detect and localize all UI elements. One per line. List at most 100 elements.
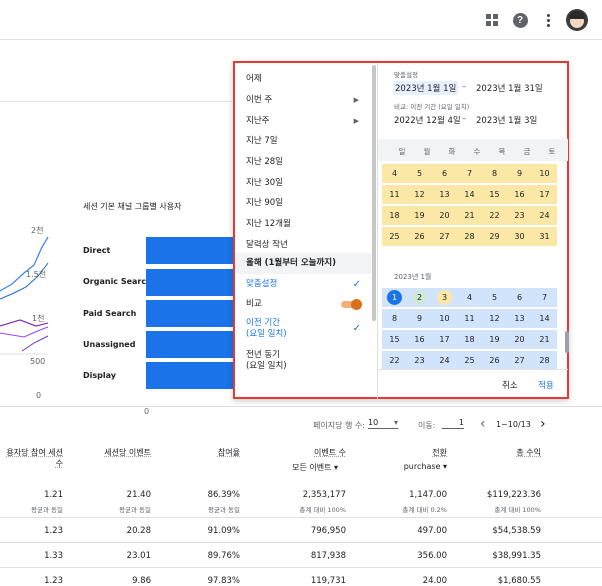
column-header[interactable]: 참여율 — [218, 447, 240, 458]
calendar-day[interactable]: 20 — [507, 330, 532, 349]
check-icon: ✓ — [352, 323, 361, 334]
calendar-day[interactable]: 10 — [532, 164, 557, 183]
bar-paid-search[interactable] — [146, 300, 234, 327]
preset-year-to-date[interactable]: 올해 (1월부터 오늘까지) — [235, 253, 371, 274]
calendar-day[interactable]: 3 — [432, 288, 457, 307]
column-header[interactable]: 총 수익 — [516, 447, 541, 458]
calendar-day[interactable]: 12 — [482, 309, 507, 328]
preset-last-90-days[interactable]: 지난 90일 — [235, 193, 371, 214]
event-filter-dropdown[interactable]: 모든 이벤트 ▾ — [292, 462, 338, 473]
calendar-day[interactable]: 23 — [407, 351, 432, 370]
bar-organic-search[interactable] — [146, 269, 234, 296]
calendar-day[interactable]: 26 — [482, 351, 507, 370]
calendar-day[interactable]: 24 — [532, 206, 557, 225]
end-date-input[interactable]: 2023년 1월 31일 — [476, 82, 543, 94]
apply-button[interactable]: 적용 — [538, 379, 554, 391]
calendar-day[interactable]: 8 — [482, 164, 507, 183]
next-page-button[interactable]: › — [540, 416, 546, 432]
bar-unassigned[interactable] — [146, 331, 234, 358]
calendar-day[interactable]: 9 — [507, 164, 532, 183]
rows-per-page-select[interactable]: 10 ▾ — [368, 418, 398, 429]
column-header[interactable]: 용자당 참여 세션수 — [0, 447, 63, 469]
calendar-day[interactable]: 12 — [407, 185, 432, 204]
calendar-day[interactable]: 22 — [382, 351, 407, 370]
start-date-input[interactable]: 2023년 1월 1일 — [393, 81, 459, 95]
calendar-day[interactable]: 4 — [457, 288, 482, 307]
calendar-day[interactable]: 23 — [507, 206, 532, 225]
preset-last-30-days[interactable]: 지난 30일 — [235, 173, 371, 194]
calendar-day[interactable]: 6 — [432, 164, 457, 183]
calendar-day[interactable]: 26 — [407, 227, 432, 246]
calendar-day[interactable]: 9 — [407, 309, 432, 328]
conversion-filter-dropdown[interactable]: purchase ▾ — [404, 462, 447, 471]
preset-custom[interactable]: 맞춤설정 ✓ — [235, 274, 371, 295]
calendar-day[interactable]: 21 — [532, 330, 557, 349]
cancel-button[interactable]: 취소 — [502, 379, 518, 391]
compare-toggle-row[interactable]: 비교 — [235, 294, 371, 315]
calendar-day[interactable]: 13 — [432, 185, 457, 204]
calendar-day[interactable]: 15 — [382, 330, 407, 349]
column-header[interactable]: 세션당 이벤트 — [104, 447, 151, 458]
calendar-day[interactable]: 18 — [382, 206, 407, 225]
calendar-day[interactable]: 7 — [532, 288, 557, 307]
calendar-day[interactable]: 27 — [507, 351, 532, 370]
calendar-day[interactable]: 15 — [482, 185, 507, 204]
calendar-day[interactable]: 16 — [407, 330, 432, 349]
more-vert-icon[interactable] — [538, 10, 558, 30]
calendar-day[interactable]: 14 — [532, 309, 557, 328]
preset-last-week[interactable]: 지난주 ▶ — [235, 111, 371, 132]
calendar-day[interactable]: 1 — [382, 288, 407, 307]
calendar-day[interactable]: 31 — [532, 227, 557, 246]
calendar-day[interactable]: 16 — [507, 185, 532, 204]
calendar-day[interactable]: 22 — [482, 206, 507, 225]
calendar-day[interactable]: 17 — [432, 330, 457, 349]
compare-previous-period[interactable]: 이전 기간 (요일 일치) ✓ — [235, 315, 371, 345]
compare-toggle[interactable] — [341, 299, 362, 310]
preset-this-week[interactable]: 이번 주 ▶ — [235, 90, 371, 111]
calendar-day[interactable]: 14 — [457, 185, 482, 204]
calendar-day[interactable]: 24 — [432, 351, 457, 370]
compare-same-period-last-year[interactable]: 전년 동기 (요일 일치) — [235, 347, 371, 373]
menu-scrollbar[interactable] — [372, 65, 376, 321]
calendar-day[interactable]: 2 — [407, 288, 432, 307]
calendar-day[interactable]: 19 — [482, 330, 507, 349]
help-icon[interactable]: ? — [510, 10, 530, 30]
column-header[interactable]: 이벤트 수 — [314, 447, 346, 458]
calendar-day[interactable]: 19 — [407, 206, 432, 225]
calendar-day[interactable]: 13 — [507, 309, 532, 328]
calendar-day[interactable]: 5 — [407, 164, 432, 183]
preset-last-7-days[interactable]: 지난 7일 — [235, 131, 371, 152]
calendar-day[interactable]: 18 — [457, 330, 482, 349]
calendar-day[interactable]: 21 — [457, 206, 482, 225]
column-header[interactable]: 전환 — [432, 447, 447, 458]
calendar-day[interactable]: 25 — [382, 227, 407, 246]
calendar-day[interactable]: 29 — [482, 227, 507, 246]
calendar-day[interactable]: 4 — [382, 164, 407, 183]
prev-page-button[interactable]: ‹ — [480, 416, 486, 432]
calendar-day[interactable]: 20 — [432, 206, 457, 225]
bar-direct[interactable] — [146, 237, 234, 264]
calendar-day[interactable]: 6 — [507, 288, 532, 307]
calendar-day[interactable]: 27 — [432, 227, 457, 246]
avatar[interactable] — [566, 9, 588, 31]
compare-end-input[interactable]: 2023년 1월 3일 — [476, 114, 537, 126]
calendar-day[interactable]: 28 — [532, 351, 557, 370]
calendar-day[interactable]: 30 — [507, 227, 532, 246]
calendar-day[interactable]: 28 — [457, 227, 482, 246]
apps-grid-icon[interactable] — [482, 10, 502, 30]
calendar-day[interactable]: 11 — [457, 309, 482, 328]
preset-last-28-days[interactable]: 지난 28일 — [235, 152, 371, 173]
calendar-day[interactable]: 17 — [532, 185, 557, 204]
calendar-day[interactable]: 7 — [457, 164, 482, 183]
preset-yesterday[interactable]: 어제 — [235, 69, 371, 90]
preset-last-12-months[interactable]: 지난 12개월 — [235, 214, 371, 235]
bar-display[interactable] — [146, 362, 234, 389]
goto-page-input[interactable]: 1 — [442, 418, 464, 429]
calendar-scrollbar[interactable] — [565, 331, 569, 353]
calendar-day[interactable]: 11 — [382, 185, 407, 204]
calendar-day[interactable]: 25 — [457, 351, 482, 370]
calendar-day[interactable]: 10 — [432, 309, 457, 328]
compare-start-input[interactable]: 2022년 12월 4일 — [394, 114, 461, 126]
calendar-day[interactable]: 5 — [482, 288, 507, 307]
calendar-day[interactable]: 8 — [382, 309, 407, 328]
